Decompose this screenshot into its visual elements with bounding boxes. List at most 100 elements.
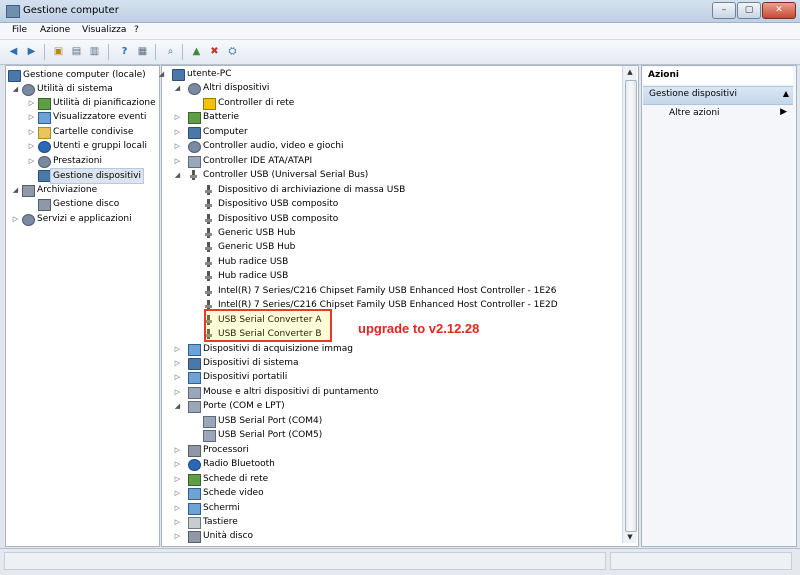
menu-azione[interactable]: Azione — [40, 25, 70, 35]
expand-arrow-icon[interactable]: ▷ — [174, 343, 181, 355]
menu-file[interactable]: File — [12, 25, 27, 35]
usb-icon — [203, 214, 214, 224]
usb-icon — [188, 170, 199, 180]
properties-icon[interactable]: ▦ — [135, 44, 150, 59]
update-driver-icon[interactable]: ▲ — [189, 44, 204, 59]
expand-arrow-icon[interactable]: ▷ — [28, 140, 35, 152]
computer-icon — [172, 69, 185, 81]
collapse-up-icon[interactable]: ▲ — [783, 89, 789, 98]
maximize-button[interactable]: ▢ — [737, 2, 761, 19]
usb-icon — [203, 185, 214, 195]
export-icon[interactable]: ▥ — [87, 44, 102, 59]
expand-arrow-icon[interactable]: ▷ — [174, 126, 181, 138]
ide-icon — [188, 156, 201, 168]
submenu-arrow-icon: ▶ — [780, 107, 787, 117]
up-folder-icon[interactable]: ▣ — [51, 44, 66, 59]
computer-icon — [188, 127, 201, 139]
actions-pane — [641, 65, 797, 547]
toolbar: ◀ ▶ ▣ ▤ ▥ ? ▦ ⌕ ▲ ✖ ⛭ — [0, 40, 800, 65]
port-icon — [203, 416, 216, 428]
navigation-pane: Gestione computer (locale) ◢ Utilità di … — [5, 65, 160, 547]
tools-icon — [22, 84, 35, 96]
event-viewer-icon — [38, 112, 51, 124]
expand-arrow-icon[interactable]: ▷ — [174, 357, 181, 369]
actions-section-device-manager[interactable]: Gestione dispositivi ▲ — [643, 86, 793, 105]
actions-header: Azioni — [643, 67, 793, 84]
expand-arrow-icon[interactable]: ▷ — [174, 502, 181, 514]
status-bar — [0, 548, 800, 575]
expand-arrow-icon[interactable]: ▷ — [174, 473, 181, 485]
expand-arrow-icon[interactable]: ▷ — [174, 111, 181, 123]
usb-icon — [203, 199, 214, 209]
storage-icon — [22, 185, 35, 197]
display-adapter-icon — [188, 488, 201, 500]
portable-device-icon — [188, 372, 201, 384]
scan-hardware-icon[interactable]: ⌕ — [163, 44, 178, 59]
scheduler-icon — [38, 98, 51, 110]
expand-arrow-icon[interactable]: ▷ — [174, 516, 181, 528]
collapse-arrow-icon[interactable]: ◢ — [12, 83, 19, 95]
audio-icon — [188, 141, 201, 153]
performance-icon — [38, 156, 51, 168]
expand-arrow-icon[interactable]: ▷ — [174, 458, 181, 470]
network-card-icon — [188, 474, 201, 486]
shared-folder-icon — [38, 127, 51, 139]
disable-device-icon[interactable]: ⛭ — [225, 44, 240, 59]
actions-title: Azioni — [648, 70, 679, 80]
scroll-down-icon[interactable]: ▼ — [624, 531, 636, 543]
bluetooth-icon — [188, 459, 201, 471]
back-arrow-icon[interactable]: ◀ — [6, 44, 21, 59]
close-button[interactable]: ✕ — [762, 2, 796, 19]
collapse-arrow-icon[interactable]: ◢ — [174, 169, 181, 181]
expand-arrow-icon[interactable]: ▷ — [174, 530, 181, 542]
title-bar: Gestione computer – ▢ ✕ — [0, 0, 800, 23]
vertical-scrollbar[interactable]: ▲ ▼ — [622, 66, 637, 543]
menu-bar: File Azione Visualizza ? — [0, 23, 800, 40]
more-actions-item[interactable]: Altre azioni ▶ — [643, 106, 793, 122]
usb-icon — [203, 242, 214, 252]
warning-icon — [203, 98, 216, 110]
highlight-box — [204, 309, 332, 342]
usb-icon — [203, 271, 214, 281]
computer-management-icon — [6, 5, 20, 18]
minimize-button[interactable]: – — [712, 2, 736, 19]
collapse-arrow-icon[interactable]: ◢ — [174, 82, 181, 94]
scroll-up-icon[interactable]: ▲ — [624, 66, 636, 78]
menu-help[interactable]: ? — [134, 25, 139, 35]
upgrade-annotation: upgrade to v2.12.28 — [358, 321, 480, 336]
users-icon — [38, 141, 51, 153]
expand-arrow-icon[interactable]: ▷ — [28, 111, 35, 123]
usb-icon — [203, 257, 214, 267]
expand-arrow-icon[interactable]: ▷ — [174, 386, 181, 398]
camera-icon — [188, 344, 201, 356]
expand-arrow-icon[interactable]: ▷ — [28, 97, 35, 109]
disk-icon — [38, 199, 51, 211]
expand-arrow-icon[interactable]: ▷ — [174, 444, 181, 456]
forward-arrow-icon[interactable]: ▶ — [24, 44, 39, 59]
expand-arrow-icon[interactable]: ▷ — [28, 126, 35, 138]
usb-icon — [203, 286, 214, 296]
collapse-arrow-icon[interactable]: ◢ — [174, 400, 181, 412]
battery-icon — [188, 112, 201, 124]
expand-arrow-icon[interactable]: ▷ — [174, 140, 181, 152]
uninstall-icon[interactable]: ✖ — [207, 44, 222, 59]
scrollbar-thumb[interactable] — [625, 80, 637, 532]
collapse-arrow-icon[interactable]: ◢ — [158, 68, 165, 80]
expand-arrow-icon[interactable]: ▷ — [174, 371, 181, 383]
services-icon — [22, 214, 35, 226]
menu-visualizza[interactable]: Visualizza — [82, 25, 126, 35]
mouse-icon — [188, 387, 201, 399]
console-tree-icon[interactable]: ▤ — [69, 44, 84, 59]
expand-arrow-icon[interactable]: ▷ — [12, 213, 19, 225]
usb-icon — [203, 228, 214, 238]
expand-arrow-icon[interactable]: ▷ — [174, 487, 181, 499]
expand-arrow-icon[interactable]: ▷ — [28, 155, 35, 167]
computer-management-icon — [8, 70, 21, 82]
expand-arrow-icon[interactable]: ▷ — [174, 155, 181, 167]
system-device-icon — [188, 358, 201, 370]
collapse-arrow-icon[interactable]: ◢ — [12, 184, 19, 196]
port-icon — [188, 401, 201, 413]
monitor-icon — [188, 503, 201, 515]
port-icon — [203, 430, 216, 442]
help-icon[interactable]: ? — [117, 44, 132, 59]
